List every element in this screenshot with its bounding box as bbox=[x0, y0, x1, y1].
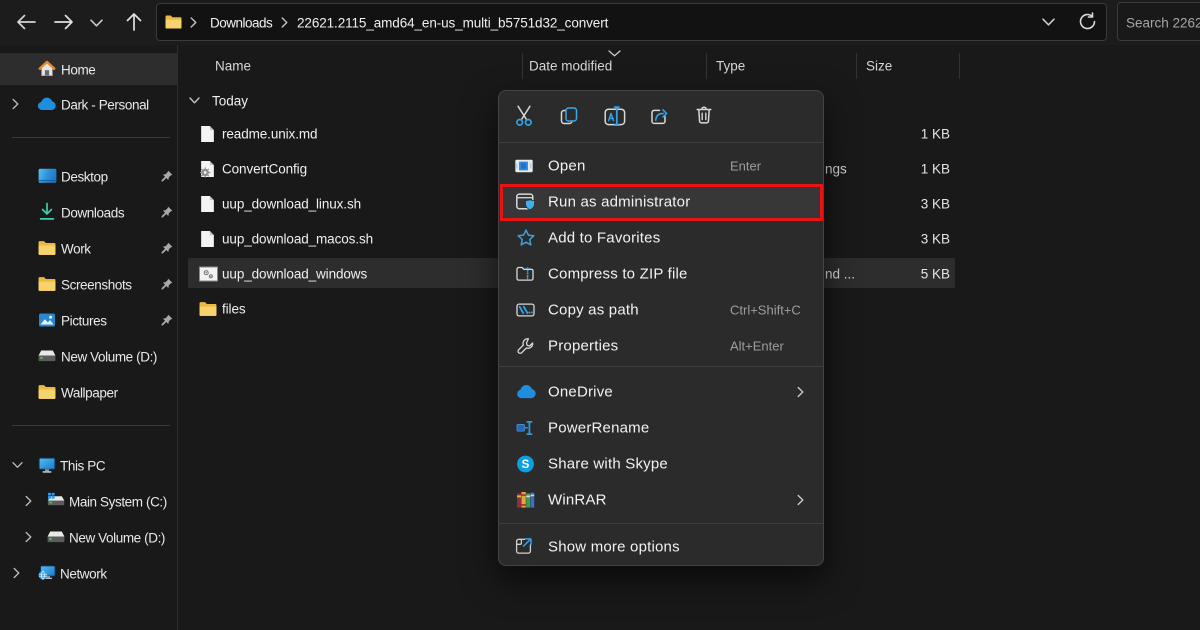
svg-text:S: S bbox=[522, 459, 530, 471]
